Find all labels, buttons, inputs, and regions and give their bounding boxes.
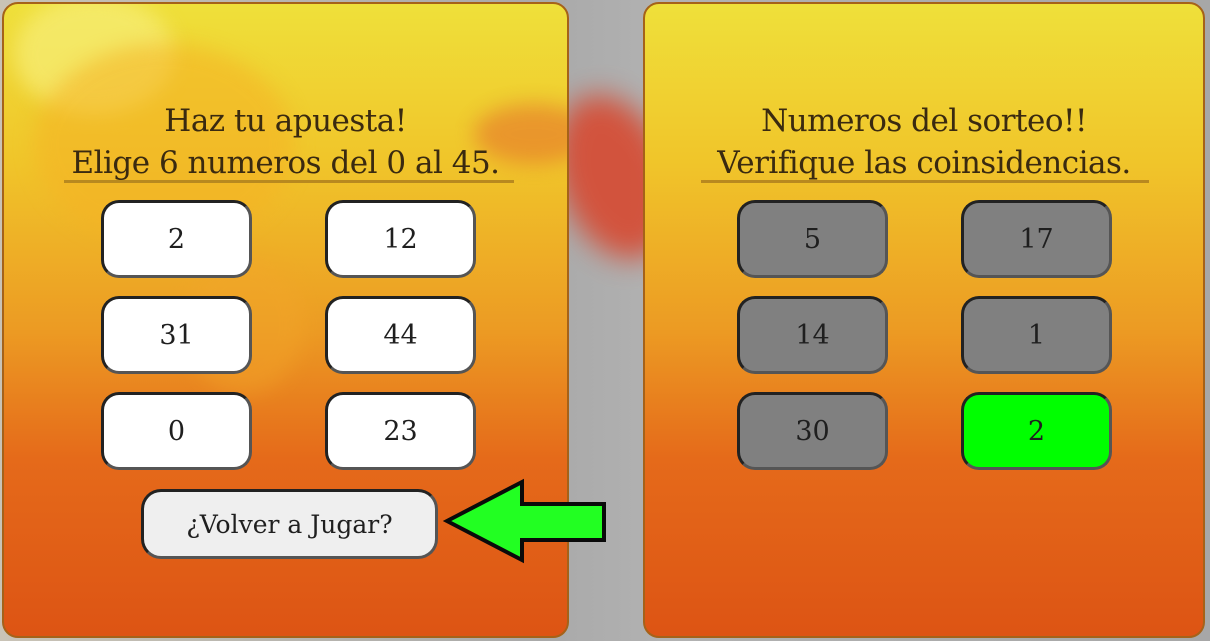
draw-number-6-match: 2 xyxy=(961,392,1112,470)
draw-number-2: 17 xyxy=(961,200,1112,278)
bet-title-line2: Elige 6 numeros del 0 al 45. xyxy=(71,145,500,181)
draw-title-line2: Verifique las coinsidencias. xyxy=(717,145,1131,181)
pick-number-3[interactable]: 31 xyxy=(101,296,252,374)
bet-title: Haz tu apuesta! Elige 6 numeros del 0 al… xyxy=(4,100,567,184)
pick-number-6[interactable]: 23 xyxy=(325,392,476,470)
draw-panel: Numeros del sorteo!! Verifique las coins… xyxy=(643,2,1205,638)
pick-number-1[interactable]: 2 xyxy=(101,200,252,278)
draw-number-3: 14 xyxy=(737,296,888,374)
draw-number-5: 30 xyxy=(737,392,888,470)
draw-title: Numeros del sorteo!! Verifique las coins… xyxy=(645,100,1203,184)
pick-number-2[interactable]: 12 xyxy=(325,200,476,278)
play-again-button[interactable]: ¿Volver a Jugar? xyxy=(141,489,438,559)
pick-number-5[interactable]: 0 xyxy=(101,392,252,470)
left-arrow-icon xyxy=(443,478,606,564)
draw-number-1: 5 xyxy=(737,200,888,278)
bet-title-line1: Haz tu apuesta! xyxy=(164,103,407,139)
divider xyxy=(701,180,1149,183)
pick-number-4[interactable]: 44 xyxy=(325,296,476,374)
decoration xyxy=(14,4,174,114)
draw-number-4: 1 xyxy=(961,296,1112,374)
draw-title-line1: Numeros del sorteo!! xyxy=(761,103,1087,139)
divider xyxy=(64,180,514,183)
